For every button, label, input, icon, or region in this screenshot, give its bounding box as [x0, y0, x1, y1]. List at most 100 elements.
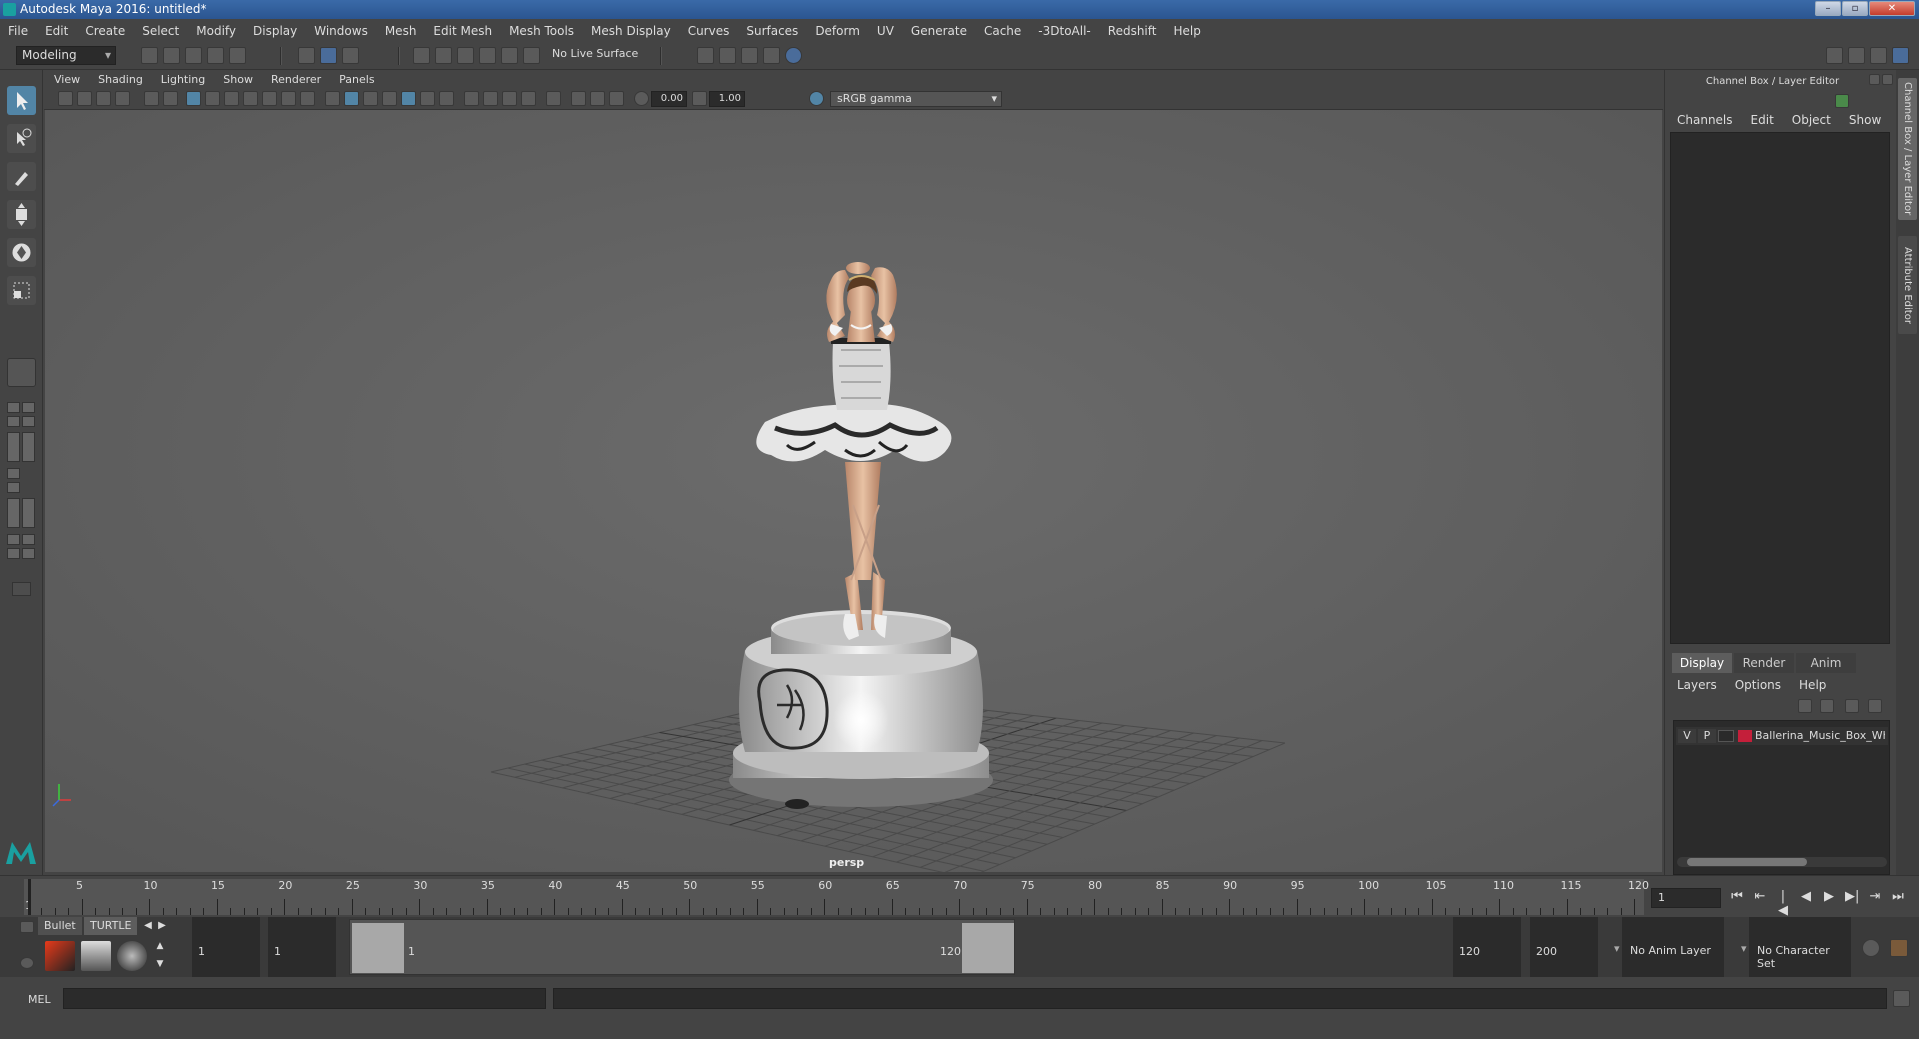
float-panel-icon[interactable]: [1869, 74, 1880, 85]
graph-editor-layout-icon[interactable]: [7, 482, 20, 493]
play-backwards-icon[interactable]: ◀: [1799, 890, 1813, 904]
anti-aliasing-icon[interactable]: [502, 91, 517, 106]
layers-menu-options[interactable]: Options: [1735, 678, 1781, 692]
layout-icon[interactable]: [7, 468, 20, 479]
layer-name[interactable]: Ballerina_Music_Box_Wh: [1755, 729, 1885, 742]
film-gate-icon[interactable]: [205, 91, 220, 106]
menu-modify[interactable]: Modify: [196, 24, 236, 38]
shelf-scroll-up-icon[interactable]: ▲: [153, 939, 167, 953]
grease-pencil-icon[interactable]: [163, 91, 178, 106]
gate-mask-icon[interactable]: [243, 91, 258, 106]
start-time-field[interactable]: 1: [192, 917, 260, 977]
gamma-icon[interactable]: [692, 91, 707, 106]
smooth-shade-icon[interactable]: [344, 91, 359, 106]
new-scene-icon[interactable]: [141, 47, 158, 64]
image-plane-icon[interactable]: [115, 91, 130, 106]
history-icon[interactable]: [523, 47, 540, 64]
shelf-tab-prev-icon[interactable]: ◀: [141, 919, 155, 933]
layer-tab-display[interactable]: Display: [1672, 653, 1732, 673]
current-frame-field[interactable]: 1: [1651, 888, 1721, 908]
gamma-field[interactable]: 1.00: [709, 91, 745, 107]
grid-toggle-icon[interactable]: [186, 91, 201, 106]
safe-action-icon[interactable]: [281, 91, 296, 106]
layout-icon[interactable]: [7, 548, 20, 559]
shelf-tab-next-icon[interactable]: ▶: [155, 919, 169, 933]
layout-icon[interactable]: [22, 548, 35, 559]
layer-display-type[interactable]: [1718, 730, 1734, 742]
screen-space-ao-icon[interactable]: [464, 91, 479, 106]
outliner-layout-icon[interactable]: [22, 432, 35, 462]
shelf-options-icon[interactable]: [20, 957, 34, 969]
select-component-icon[interactable]: [342, 47, 359, 64]
exposure-field[interactable]: 0.00: [651, 91, 687, 107]
select-hierarchy-icon[interactable]: [298, 47, 315, 64]
step-back-frame-icon[interactable]: ⇤: [1753, 890, 1767, 904]
safe-title-icon[interactable]: [300, 91, 315, 106]
time-ruler[interactable]: 1510152025303540455055606570758085909510…: [24, 879, 1649, 915]
single-pane-layout-icon[interactable]: [7, 402, 20, 413]
perspective-viewport[interactable]: persp: [45, 110, 1662, 872]
character-set-dropdown[interactable]: No Character Set: [1741, 917, 1851, 977]
layers-menu-help[interactable]: Help: [1799, 678, 1826, 692]
menu-windows[interactable]: Windows: [314, 24, 368, 38]
layer-playback-toggle[interactable]: P: [1698, 729, 1716, 743]
default-material-icon[interactable]: [363, 91, 378, 106]
minimize-button[interactable]: –: [1815, 1, 1841, 16]
menu-mesh[interactable]: Mesh: [385, 24, 417, 38]
new-empty-layer-icon[interactable]: [1845, 699, 1859, 713]
script-editor-icon[interactable]: [1893, 990, 1910, 1007]
lasso-tool-icon[interactable]: [7, 124, 36, 153]
field-chart-icon[interactable]: [262, 91, 277, 106]
auto-key-icon[interactable]: [1862, 939, 1880, 957]
step-forward-key-icon[interactable]: ▶|: [1845, 890, 1859, 904]
layout-icon[interactable]: [7, 416, 20, 427]
wireframe-on-shaded-icon[interactable]: [382, 91, 397, 106]
layer-horizontal-scrollbar[interactable]: [1677, 857, 1887, 867]
exposure-icon[interactable]: [634, 91, 649, 106]
camera-select-icon[interactable]: [58, 91, 73, 106]
close-button[interactable]: ✕: [1869, 1, 1915, 16]
menu-uv[interactable]: UV: [877, 24, 894, 38]
layout-icon[interactable]: [7, 498, 20, 528]
x-ray-icon[interactable]: [571, 91, 586, 106]
viewport-menu-panels[interactable]: Panels: [339, 73, 374, 86]
menu-file[interactable]: File: [8, 24, 28, 38]
step-forward-frame-icon[interactable]: ⇥: [1868, 890, 1882, 904]
channels-menu-channels[interactable]: Channels: [1677, 113, 1733, 127]
mode-selector[interactable]: Modeling: [16, 46, 116, 65]
side-tab-channel-box[interactable]: Channel Box / Layer Editor: [1898, 78, 1917, 220]
bookmark-icon[interactable]: [96, 91, 111, 106]
shadows-icon[interactable]: [439, 91, 454, 106]
live-surface-field[interactable]: No Live Surface: [552, 47, 638, 60]
save-scene-icon[interactable]: [185, 47, 202, 64]
wireframe-icon[interactable]: [325, 91, 340, 106]
select-tool-icon[interactable]: [7, 86, 36, 115]
playback-start-field[interactable]: 1: [268, 917, 336, 977]
redo-icon[interactable]: [229, 47, 246, 64]
playback-range-slider[interactable]: 1 120: [349, 919, 1015, 975]
new-layer-selected-icon[interactable]: [1868, 699, 1882, 713]
viewport-menu-show[interactable]: Show: [223, 73, 253, 86]
channels-menu-edit[interactable]: Edit: [1751, 113, 1774, 127]
depth-of-field-icon[interactable]: [521, 91, 536, 106]
four-pane-layout-icon[interactable]: [22, 402, 35, 413]
render-view-icon[interactable]: [697, 47, 714, 64]
shelf-menu-icon[interactable]: [20, 921, 34, 933]
channel-box-area[interactable]: [1670, 132, 1890, 644]
menu-3dtoall[interactable]: -3DtoAll-: [1038, 24, 1090, 38]
layout-icon[interactable]: [7, 534, 20, 545]
menu-display[interactable]: Display: [253, 24, 297, 38]
menu-curves[interactable]: Curves: [688, 24, 730, 38]
playback-end-field[interactable]: 120: [1453, 917, 1521, 977]
turtle-render-icon[interactable]: [45, 941, 75, 971]
menu-select[interactable]: Select: [142, 24, 179, 38]
toggle-channel-box-icon[interactable]: [1892, 47, 1909, 64]
isolate-select-icon[interactable]: [546, 91, 561, 106]
open-scene-icon[interactable]: [163, 47, 180, 64]
viewport-menu-shading[interactable]: Shading: [98, 73, 143, 86]
render-settings-icon[interactable]: [763, 47, 780, 64]
resolution-gate-icon[interactable]: [224, 91, 239, 106]
close-panel-icon[interactable]: [1882, 74, 1893, 85]
layer-row[interactable]: V P Ballerina_Music_Box_Wh: [1676, 727, 1888, 745]
turtle-surface-icon[interactable]: [117, 941, 147, 971]
